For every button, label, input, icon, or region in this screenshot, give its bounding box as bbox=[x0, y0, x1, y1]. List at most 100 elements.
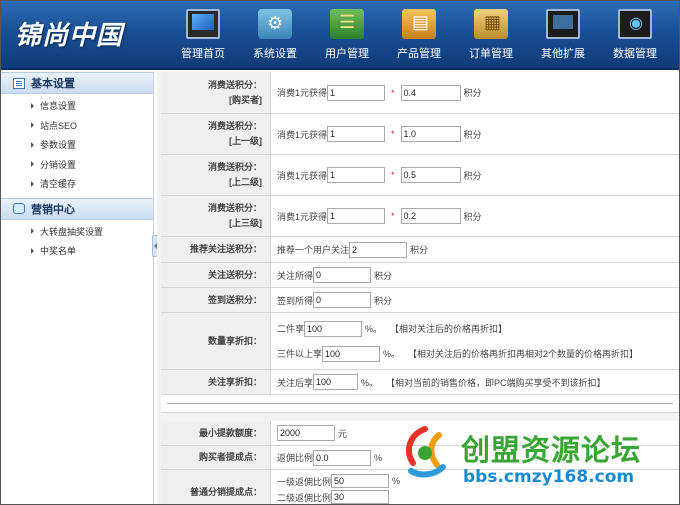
sidebar-item-parameters[interactable]: 参数设置 bbox=[1, 135, 153, 155]
points-level1-rate-input[interactable] bbox=[400, 126, 461, 142]
field-unit: 积分 bbox=[374, 270, 393, 281]
field-value: 返佣比例 % bbox=[271, 446, 679, 469]
label-sub: [上三级] bbox=[229, 218, 262, 228]
field-unit: 元 bbox=[338, 428, 348, 439]
field-prefix: 二件享 bbox=[277, 324, 305, 334]
field-value: 元 bbox=[271, 421, 679, 445]
points-level3-amount-input[interactable] bbox=[327, 208, 386, 224]
sidebar-list-basic: 信息设置 站点SEO 参数设置 分销设置 清空缓存 bbox=[1, 94, 153, 198]
label-sub: [上二级] bbox=[229, 177, 262, 187]
min-withdraw-input[interactable] bbox=[277, 425, 335, 441]
field-label: 关注送积分： bbox=[161, 263, 271, 287]
nav-item-orders[interactable]: 订单管理 bbox=[455, 1, 527, 70]
sidebar-item-clear-cache[interactable]: 清空缓存 bbox=[1, 174, 153, 194]
field-note: 【相对关注后的价格再折扣再相对2个数量的价格再折扣】 bbox=[408, 349, 639, 359]
field-label: 消费送积分： [上三级] bbox=[161, 196, 271, 236]
points-buyer-rate-input[interactable] bbox=[400, 84, 461, 101]
form-row-signin: 签到送积分： 签到所得 积分 bbox=[161, 288, 679, 313]
field-unit: 积分 bbox=[463, 129, 482, 140]
brand-logo[interactable]: 锦尚中国 bbox=[15, 15, 123, 52]
field-unit: %。 bbox=[383, 349, 401, 359]
nav-label: 订单管理 bbox=[469, 48, 513, 60]
tools-icon bbox=[258, 9, 292, 39]
field-unit: 积分 bbox=[463, 88, 482, 98]
label-text: 最小提款额度： bbox=[198, 427, 262, 438]
nav-label: 用户管理 bbox=[325, 48, 369, 60]
sidebar-item-info-settings[interactable]: 信息设置 bbox=[1, 96, 153, 116]
referral-points-input[interactable] bbox=[349, 241, 408, 258]
two-items-discount-input[interactable] bbox=[304, 320, 363, 337]
product-icon bbox=[402, 9, 436, 39]
list-icon bbox=[13, 77, 25, 89]
points-buyer-amount-input[interactable] bbox=[327, 84, 386, 101]
follow-discount-input[interactable] bbox=[313, 374, 359, 390]
field-value: 消费1元获得 * 积分 bbox=[271, 114, 679, 154]
field-value: 消费1元获得 * 积分 bbox=[271, 155, 679, 195]
points-level1-amount-input[interactable] bbox=[327, 126, 386, 142]
level1-commission-input[interactable] bbox=[331, 474, 390, 488]
required-star: * bbox=[391, 170, 395, 180]
follow-points-input[interactable] bbox=[313, 267, 372, 283]
field-prefix: 消费1元获得 bbox=[277, 88, 328, 98]
form-row-points-level3: 消费送积分： [上三级] 消费1元获得 * 积分 bbox=[161, 196, 679, 237]
nav-item-products[interactable]: 产品管理 bbox=[383, 1, 455, 70]
sidebar-item-site-seo[interactable]: 站点SEO bbox=[1, 116, 153, 136]
field-value: 消费1元获得 * 积分 bbox=[271, 196, 679, 236]
sidebar-section-marketing[interactable]: 营销中心 bbox=[1, 197, 153, 220]
buyer-commission-input[interactable] bbox=[313, 449, 372, 466]
signin-points-input[interactable] bbox=[313, 292, 372, 308]
form-row-distribution-commission: 普通分销提成点： 一级返佣比例 % 二级返佣比例 bbox=[161, 470, 679, 504]
label-text: 消费送积分： bbox=[207, 79, 262, 90]
field-unit: 积分 bbox=[463, 170, 482, 181]
nav-label: 管理首页 bbox=[181, 48, 225, 60]
form-row-points-buyer: 消费送积分： [购买者] 消费1元获得 * 积分 bbox=[161, 72, 679, 114]
field-value: 推荐一个用户关注 积分 bbox=[271, 237, 679, 262]
nav-label: 系统设置 bbox=[253, 48, 297, 60]
nav-item-home[interactable]: 管理首页 bbox=[167, 1, 239, 70]
level2-commission-input[interactable] bbox=[331, 490, 390, 504]
data-icon bbox=[618, 9, 652, 39]
section-gap bbox=[161, 413, 679, 421]
field-prefix: 关注所得 bbox=[277, 270, 314, 281]
points-level2-amount-input[interactable] bbox=[327, 167, 386, 183]
sidebar-item-distribution[interactable]: 分销设置 bbox=[1, 155, 153, 175]
form-row-points-level2: 消费送积分： [上二级] 消费1元获得 * 积分 bbox=[161, 155, 679, 196]
form-row-points-level1: 消费送积分： [上一级] 消费1元获得 * 积分 bbox=[161, 114, 679, 155]
settings-form: 消费送积分： [购买者] 消费1元获得 * 积分 消费送积分： [上一 bbox=[161, 72, 679, 504]
nav-label: 数据管理 bbox=[613, 48, 657, 60]
label-text: 消费送积分： bbox=[207, 162, 262, 172]
field-label: 关注享折扣： bbox=[161, 370, 271, 394]
field-value: 消费1元获得 * 积分 bbox=[271, 72, 679, 113]
sidebar-list-marketing: 大转盘抽奖设置 中奖名单 bbox=[1, 220, 153, 265]
field-label: 签到送积分： bbox=[161, 288, 271, 312]
label-text: 消费送积分： bbox=[207, 121, 262, 131]
field-label: 最小提款额度： bbox=[161, 421, 271, 445]
label-text: 签到送积分： bbox=[207, 294, 262, 305]
label-sub: [购买者] bbox=[229, 94, 262, 105]
field-prefix: 推荐一个用户关注 bbox=[277, 245, 350, 255]
nav-label: 其他扩展 bbox=[541, 48, 585, 60]
label-text: 购买者提成点： bbox=[198, 452, 262, 462]
sidebar-section-basic[interactable]: 基本设置 bbox=[1, 72, 153, 94]
field-unit: 积分 bbox=[463, 211, 482, 222]
sidebar-item-lottery-settings[interactable]: 大转盘抽奖设置 bbox=[1, 222, 153, 242]
nav-item-system-settings[interactable]: 系统设置 bbox=[239, 1, 311, 70]
sidebar-item-winner-list[interactable]: 中奖名单 bbox=[1, 241, 153, 261]
app-window: 锦尚中国 管理首页 系统设置 用户管理 产品管理 订单管理 bbox=[0, 0, 680, 505]
field-prefix: 一级返佣比例 bbox=[277, 476, 332, 487]
sidebar: 基本设置 信息设置 站点SEO 参数设置 分销设置 清空缓存 营销中心 大转盘抽… bbox=[1, 72, 154, 504]
required-star: * bbox=[391, 87, 395, 98]
points-level3-rate-input[interactable] bbox=[400, 208, 461, 224]
field-label: 消费送积分： [上一级] bbox=[161, 114, 271, 154]
nav-item-extensions[interactable]: 其他扩展 bbox=[527, 1, 599, 70]
field-label: 普通分销提成点： bbox=[161, 470, 271, 504]
nav-item-data[interactable]: 数据管理 bbox=[599, 1, 671, 70]
nav-item-users[interactable]: 用户管理 bbox=[311, 1, 383, 70]
label-sub: [上一级] bbox=[229, 136, 262, 146]
form-row-quantity-discount: 数量享折扣： 二件享 %。 【相对关注后的价格再折扣】 三件以上享 %。 【相对… bbox=[161, 313, 679, 370]
field-label: 消费送积分： [上二级] bbox=[161, 155, 271, 195]
users-icon bbox=[330, 9, 364, 39]
three-plus-items-discount-input[interactable] bbox=[322, 345, 381, 362]
points-level2-rate-input[interactable] bbox=[400, 167, 461, 183]
field-note: 【相对当前的销售价格，即PC端购买享受不到该折扣】 bbox=[386, 377, 606, 388]
